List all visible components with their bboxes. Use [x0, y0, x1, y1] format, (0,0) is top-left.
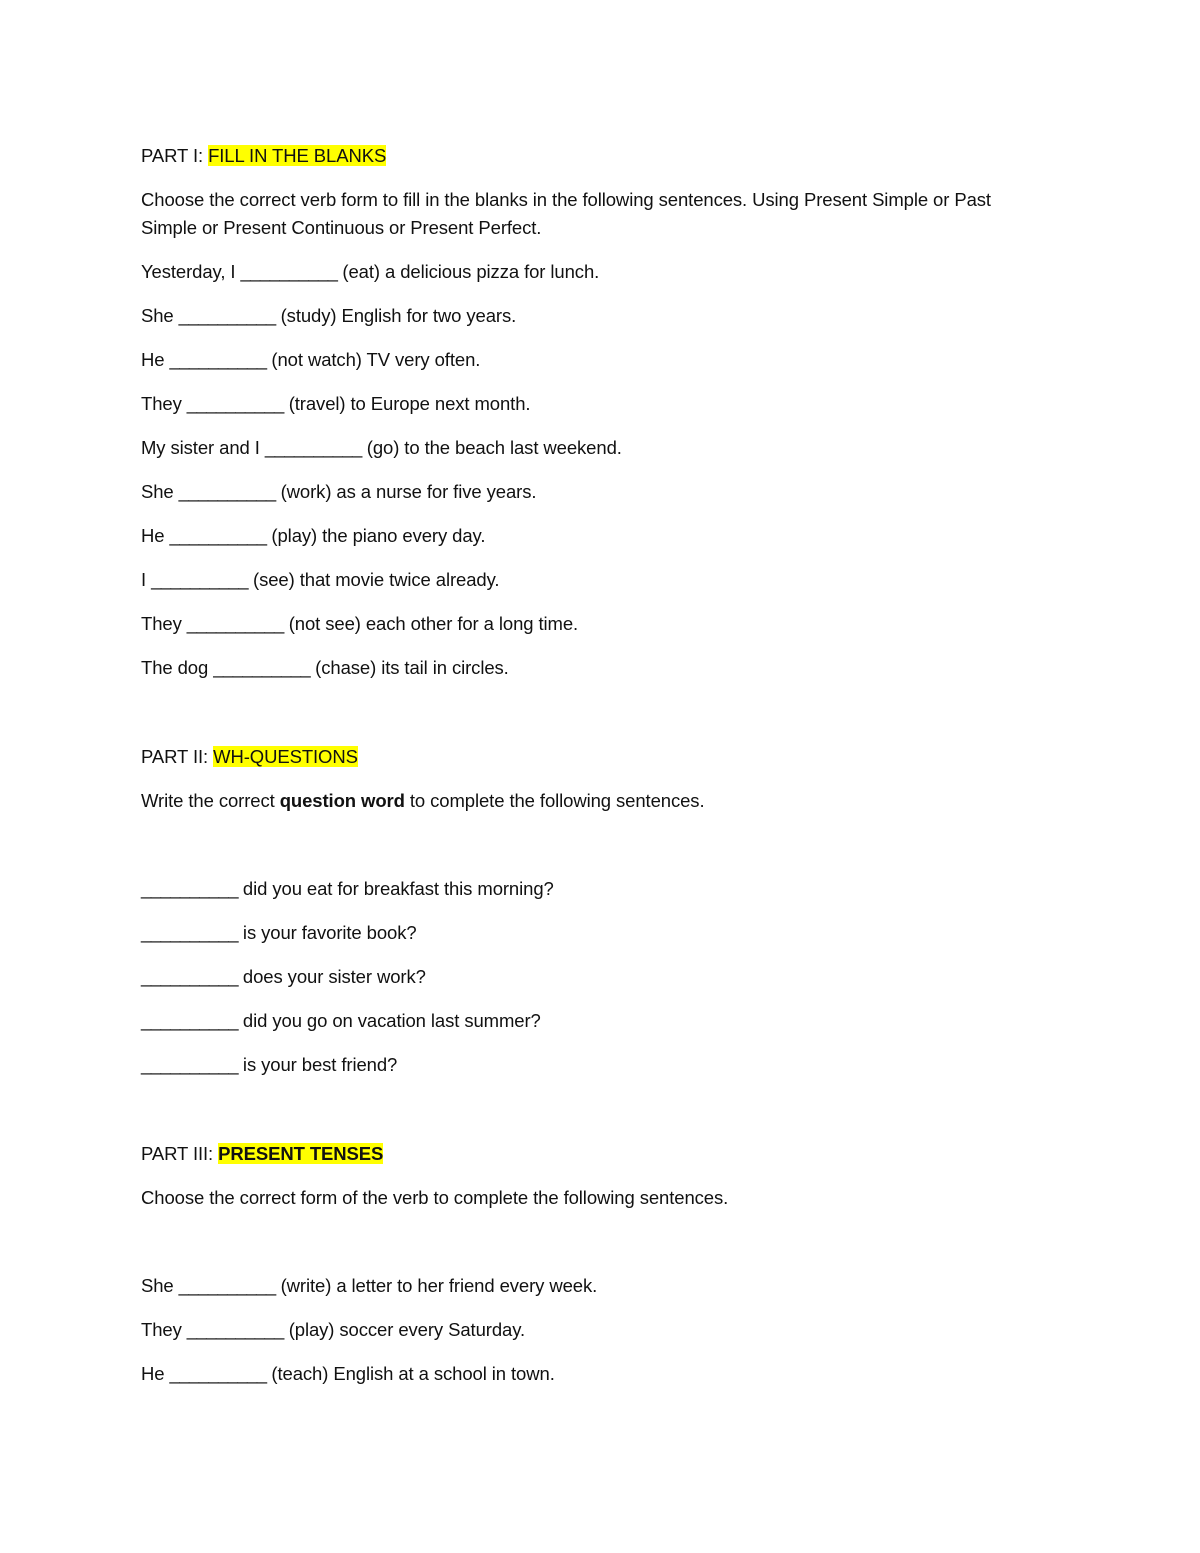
answer-blank[interactable]: __________ — [170, 349, 267, 370]
item-text-before: The dog — [141, 657, 214, 678]
part1-item: He __________ (not watch) TV very often. — [141, 346, 480, 374]
part1-item: He __________ (play) the piano every day… — [141, 522, 485, 550]
part1-item: Yesterday, I __________ (eat) a deliciou… — [141, 258, 599, 286]
item-text-before: They — [141, 393, 187, 414]
part2-instruction: Write the correct question word to compl… — [141, 787, 705, 815]
part3-title-highlight: PRESENT TENSES — [218, 1143, 384, 1164]
item-text-after: is your best friend? — [237, 1054, 398, 1075]
part1-item: She __________ (work) as a nurse for fiv… — [141, 478, 536, 506]
item-text-after: (study) English for two years. — [275, 305, 517, 326]
answer-blank[interactable]: __________ — [179, 1275, 276, 1296]
answer-blank[interactable]: __________ — [141, 1010, 238, 1031]
answer-blank[interactable]: __________ — [170, 525, 267, 546]
answer-blank[interactable]: __________ — [179, 481, 276, 502]
part2-item: __________ did you go on vacation last s… — [141, 1007, 541, 1035]
item-text-before: She — [141, 305, 179, 326]
part3-item: She __________ (write) a letter to her f… — [141, 1272, 597, 1300]
part3-heading: PART III: PRESENT TENSES — [141, 1140, 383, 1168]
item-text-before: He — [141, 349, 170, 370]
answer-blank[interactable]: __________ — [240, 261, 337, 282]
part1-heading: PART I: FILL IN THE BLANKS — [141, 142, 386, 170]
part2-item: __________ does your sister work? — [141, 963, 426, 991]
part1-prefix: PART I: — [141, 145, 209, 166]
part3-instruction: Choose the correct form of the verb to c… — [141, 1187, 729, 1208]
answer-blank[interactable]: __________ — [213, 657, 310, 678]
instruction-bold-text: question word — [279, 790, 405, 811]
part1-title-highlight: FILL IN THE BLANKS — [208, 145, 387, 166]
part1-item: They __________ (travel) to Europe next … — [141, 390, 531, 418]
item-text-after: (eat) a delicious pizza for lunch. — [337, 261, 600, 282]
answer-blank[interactable]: __________ — [187, 1319, 284, 1340]
item-text-after: (go) to the beach last weekend. — [361, 437, 622, 458]
item-text-before: They — [141, 1319, 187, 1340]
part3-item: He __________ (teach) English at a schoo… — [141, 1360, 555, 1388]
part1-item: I __________ (see) that movie twice alre… — [141, 566, 500, 594]
item-text-after: (travel) to Europe next month. — [283, 393, 531, 414]
item-text-after: (play) the piano every day. — [266, 525, 486, 546]
item-text-before: He — [141, 525, 170, 546]
item-text-after: (see) that movie twice already. — [247, 569, 500, 590]
item-text-before: He — [141, 1363, 170, 1384]
item-text-after: (write) a letter to her friend every wee… — [275, 1275, 598, 1296]
item-text-after: is your favorite book? — [237, 922, 417, 943]
item-text-after: did you go on vacation last summer? — [237, 1010, 541, 1031]
part1-item: They __________ (not see) each other for… — [141, 610, 578, 638]
item-text-after: (not see) each other for a long time. — [283, 613, 579, 634]
item-text-after: (teach) English at a school in town. — [266, 1363, 555, 1384]
part2-prefix: PART II: — [141, 746, 214, 767]
answer-blank[interactable]: __________ — [151, 569, 248, 590]
part3-item: They __________ (play) soccer every Satu… — [141, 1316, 525, 1344]
item-text-before: Yesterday, I — [141, 261, 241, 282]
answer-blank[interactable]: __________ — [141, 966, 238, 987]
part1-item: The dog __________ (chase) its tail in c… — [141, 654, 509, 682]
part2-heading: PART II: WH-QUESTIONS — [141, 743, 358, 771]
item-text-before: She — [141, 1275, 179, 1296]
part2-item: __________ is your favorite book? — [141, 919, 417, 947]
answer-blank[interactable]: __________ — [141, 922, 238, 943]
item-text-after: did you eat for breakfast this morning? — [237, 878, 554, 899]
instruction-text: Write the correct — [141, 790, 280, 811]
item-text-before: They — [141, 613, 187, 634]
answer-blank[interactable]: __________ — [179, 305, 276, 326]
answer-blank[interactable]: __________ — [141, 878, 238, 899]
part1-instruction-line2: Simple or Present Continuous or Present … — [141, 217, 542, 238]
answer-blank[interactable]: __________ — [141, 1054, 238, 1075]
part3-prefix: PART III: — [141, 1143, 219, 1164]
part1-item: She __________ (study) English for two y… — [141, 302, 516, 330]
item-text-after: (work) as a nurse for five years. — [275, 481, 537, 502]
item-text-before: I — [141, 569, 152, 590]
part2-item: __________ is your best friend? — [141, 1051, 397, 1079]
item-text-after: (play) soccer every Saturday. — [283, 1319, 526, 1340]
part2-item: __________ did you eat for breakfast thi… — [141, 875, 554, 903]
part2-title-highlight: WH-QUESTIONS — [213, 746, 358, 767]
part1-item: My sister and I __________ (go) to the b… — [141, 434, 622, 462]
answer-blank[interactable]: __________ — [187, 393, 284, 414]
instruction-text: to complete the following sentences. — [404, 790, 705, 811]
answer-blank[interactable]: __________ — [187, 613, 284, 634]
part1-instruction-line1: Choose the correct verb form to fill in … — [141, 189, 991, 210]
answer-blank[interactable]: __________ — [170, 1363, 267, 1384]
answer-blank[interactable]: __________ — [265, 437, 362, 458]
item-text-before: She — [141, 481, 179, 502]
item-text-after: (not watch) TV very often. — [266, 349, 481, 370]
item-text-after: (chase) its tail in circles. — [310, 657, 509, 678]
item-text-before: My sister and I — [141, 437, 265, 458]
item-text-after: does your sister work? — [237, 966, 426, 987]
